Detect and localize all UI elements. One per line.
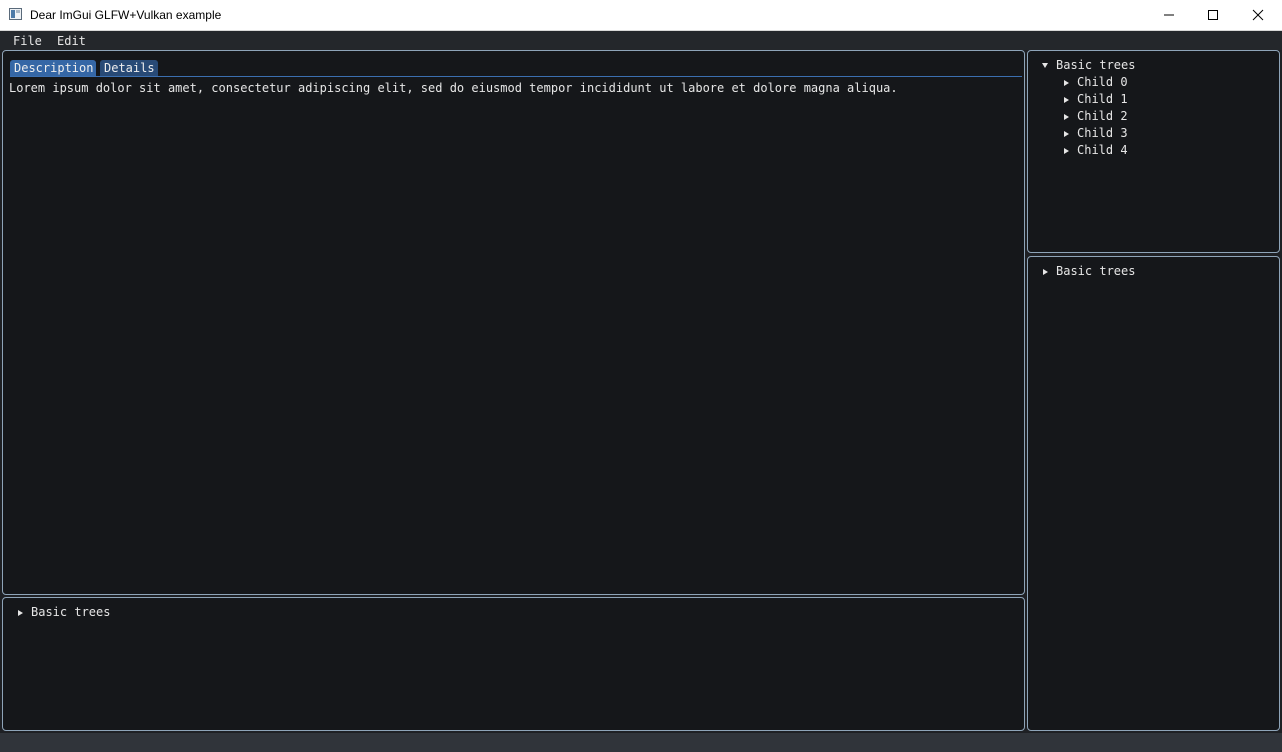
collapsed-arrow-icon [1061,109,1071,124]
collapsed-arrow-icon [15,605,25,620]
minimize-button[interactable] [1146,0,1192,30]
status-bar [0,733,1282,752]
collapsed-arrow-icon [1061,126,1071,141]
tree-node-label: Child 2 [1077,109,1128,123]
collapsed-arrow-icon [1061,92,1071,107]
tree-node-basic-trees[interactable]: Basic trees [1040,264,1160,279]
window-title: Dear ImGui GLFW+Vulkan example [30,8,222,22]
tab-details[interactable]: Details [100,60,158,77]
tree-node-basic-trees[interactable]: Basic trees [1040,58,1160,73]
tree-node-child-4[interactable]: Child 4 [1061,143,1161,158]
description-text: Lorem ipsum dolor sit amet, consectetur … [9,81,898,95]
bottom-panel: Basic trees [2,597,1025,731]
tree-node-label: Child 4 [1077,143,1128,157]
maximize-button[interactable] [1190,0,1236,30]
tree-node-label: Child 3 [1077,126,1128,140]
menu-file[interactable]: File [13,34,42,48]
tab-description[interactable]: Description [10,60,96,77]
expanded-arrow-icon [1040,58,1050,73]
tree-node-child-3[interactable]: Child 3 [1061,126,1161,141]
minimize-icon [1164,14,1174,16]
tree-node-child-2[interactable]: Child 2 [1061,109,1161,124]
menu-bar: File Edit [0,31,1282,50]
main-panel: Description Details Lorem ipsum dolor si… [2,50,1025,595]
tree-node-label: Basic trees [1056,264,1136,278]
right-bottom-panel: Basic trees [1027,256,1280,731]
tree-node-label: Child 1 [1077,92,1128,106]
tree-node-child-1[interactable]: Child 1 [1061,92,1161,107]
tab-bar-underline [10,76,1022,77]
app-icon [9,8,22,20]
tree-node-label: Child 0 [1077,75,1128,89]
window-titlebar[interactable]: Dear ImGui GLFW+Vulkan example [0,0,1282,31]
right-top-panel: Basic trees Child 0 Child 1 Child 2 Chil… [1027,50,1280,253]
maximize-icon [1208,10,1218,20]
tree-node-label: Basic trees [31,605,111,619]
tree-node-label: Basic trees [1056,58,1136,72]
close-icon [1252,9,1264,21]
menu-edit[interactable]: Edit [57,34,86,48]
close-button[interactable] [1235,0,1281,30]
collapsed-arrow-icon [1040,264,1050,279]
collapsed-arrow-icon [1061,75,1071,90]
tree-node-basic-trees[interactable]: Basic trees [15,605,135,620]
tree-node-child-0[interactable]: Child 0 [1061,75,1161,90]
collapsed-arrow-icon [1061,143,1071,158]
